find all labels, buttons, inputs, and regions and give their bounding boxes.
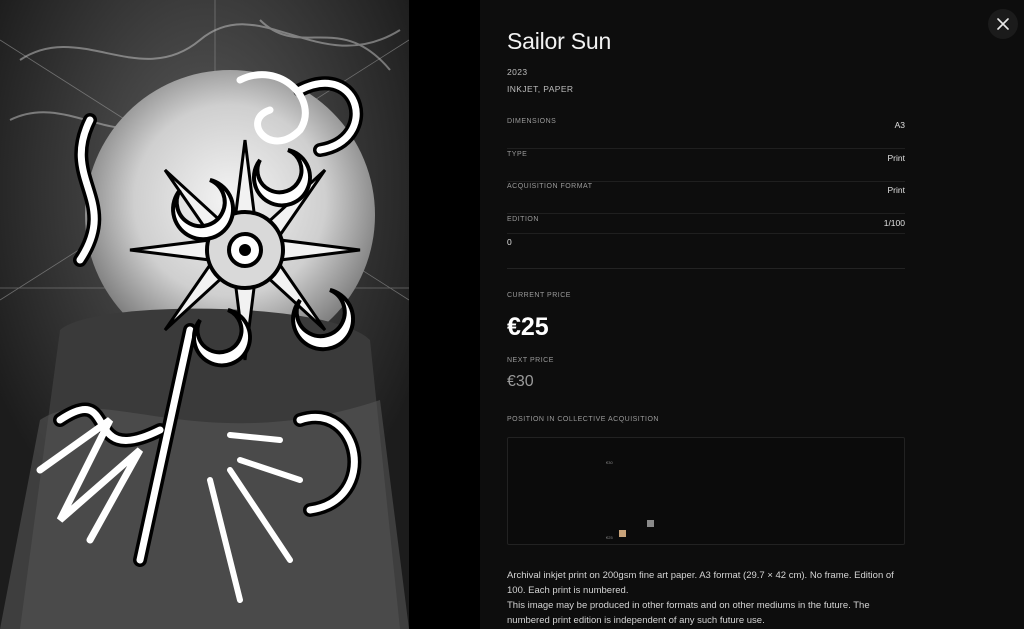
artwork-description: Archival inkjet print on 200gsm fine art…: [507, 568, 905, 628]
next-price-label: NEXT PRICE: [507, 357, 554, 364]
spec-label: DIMENSIONS: [507, 118, 557, 125]
description-paragraph: This image may be produced in other form…: [507, 600, 870, 626]
position-tick-top: €30: [606, 460, 613, 465]
position-label: POSITION IN COLLECTIVE ACQUISITION: [507, 416, 659, 423]
spec-divider: [507, 233, 905, 234]
current-price-label: CURRENT PRICE: [507, 292, 571, 299]
spec-row-acquisition-format: ACQUISITION FORMAT Print: [507, 181, 905, 214]
detail-panel: Sailor Sun 2023 INKJET, PAPER DIMENSIONS…: [480, 0, 1024, 629]
spec-label: ACQUISITION FORMAT: [507, 183, 593, 190]
artwork-title: Sailor Sun: [507, 28, 612, 54]
spec-label: EDITION: [507, 216, 539, 223]
position-marker-current[interactable]: [619, 530, 626, 537]
spec-row-edition: EDITION 1/100: [507, 214, 905, 247]
close-icon: [997, 18, 1009, 30]
edition-extra-value: 0: [507, 237, 512, 247]
spec-label: TYPE: [507, 151, 528, 158]
description-paragraph: Archival inkjet print on 200gsm fine art…: [507, 570, 894, 596]
spec-value: 1/100: [883, 218, 905, 228]
position-marker-other[interactable]: [647, 520, 654, 527]
backdrop-gap: [409, 0, 480, 629]
position-chart: €30 €25: [507, 437, 905, 545]
spec-value: A3: [894, 120, 905, 130]
close-button[interactable]: [988, 9, 1018, 39]
spec-row-type: TYPE Print: [507, 149, 905, 182]
spec-value: Print: [887, 185, 905, 195]
artwork-illustration: [0, 0, 409, 629]
artwork-medium: INKJET, PAPER: [507, 84, 574, 94]
artwork-year: 2023: [507, 67, 528, 77]
spec-row-dimensions: DIMENSIONS A3: [507, 116, 905, 149]
current-price: €25: [507, 313, 549, 341]
spec-value: Print: [887, 153, 905, 163]
section-divider: [507, 268, 905, 269]
position-tick-bottom: €25: [606, 535, 613, 540]
artwork-image: [0, 0, 409, 629]
next-price: €30: [507, 373, 534, 390]
